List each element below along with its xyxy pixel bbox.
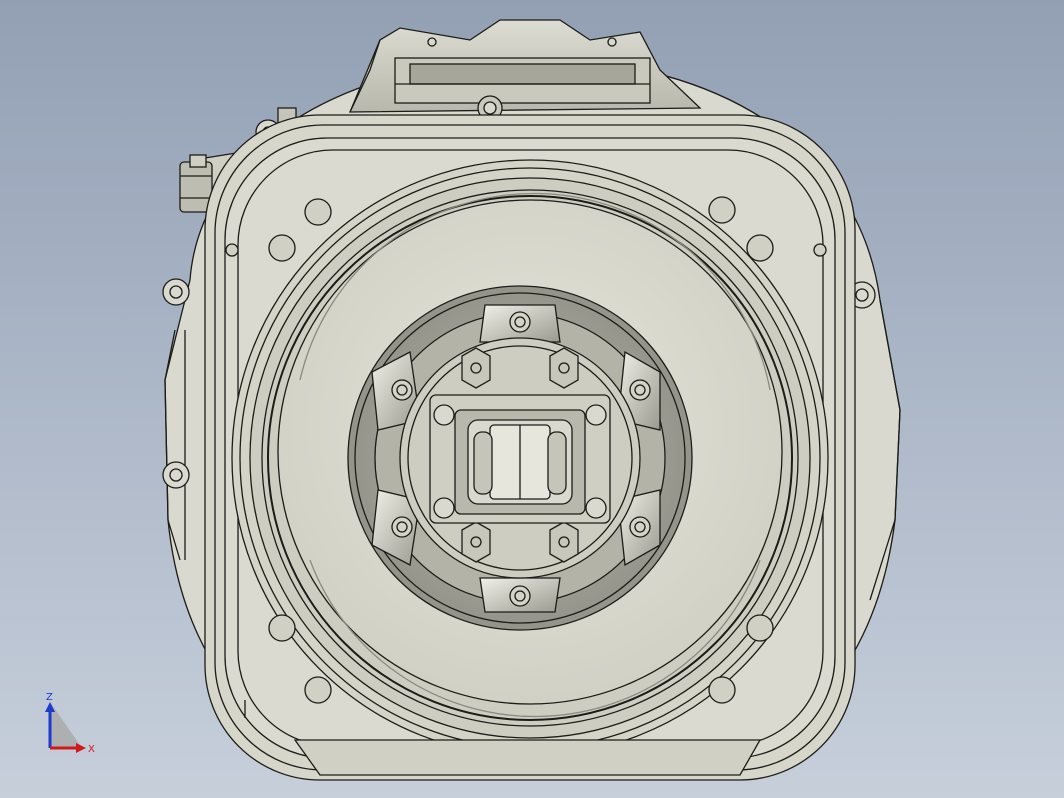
motor-housing-model[interactable] <box>0 0 1064 798</box>
cad-viewport[interactable]: Z X <box>0 0 1064 798</box>
triad-plane <box>50 702 82 748</box>
z-axis-label: Z <box>46 692 53 703</box>
x-axis-label: X <box>88 744 95 755</box>
orientation-triad: Z X <box>45 692 95 755</box>
